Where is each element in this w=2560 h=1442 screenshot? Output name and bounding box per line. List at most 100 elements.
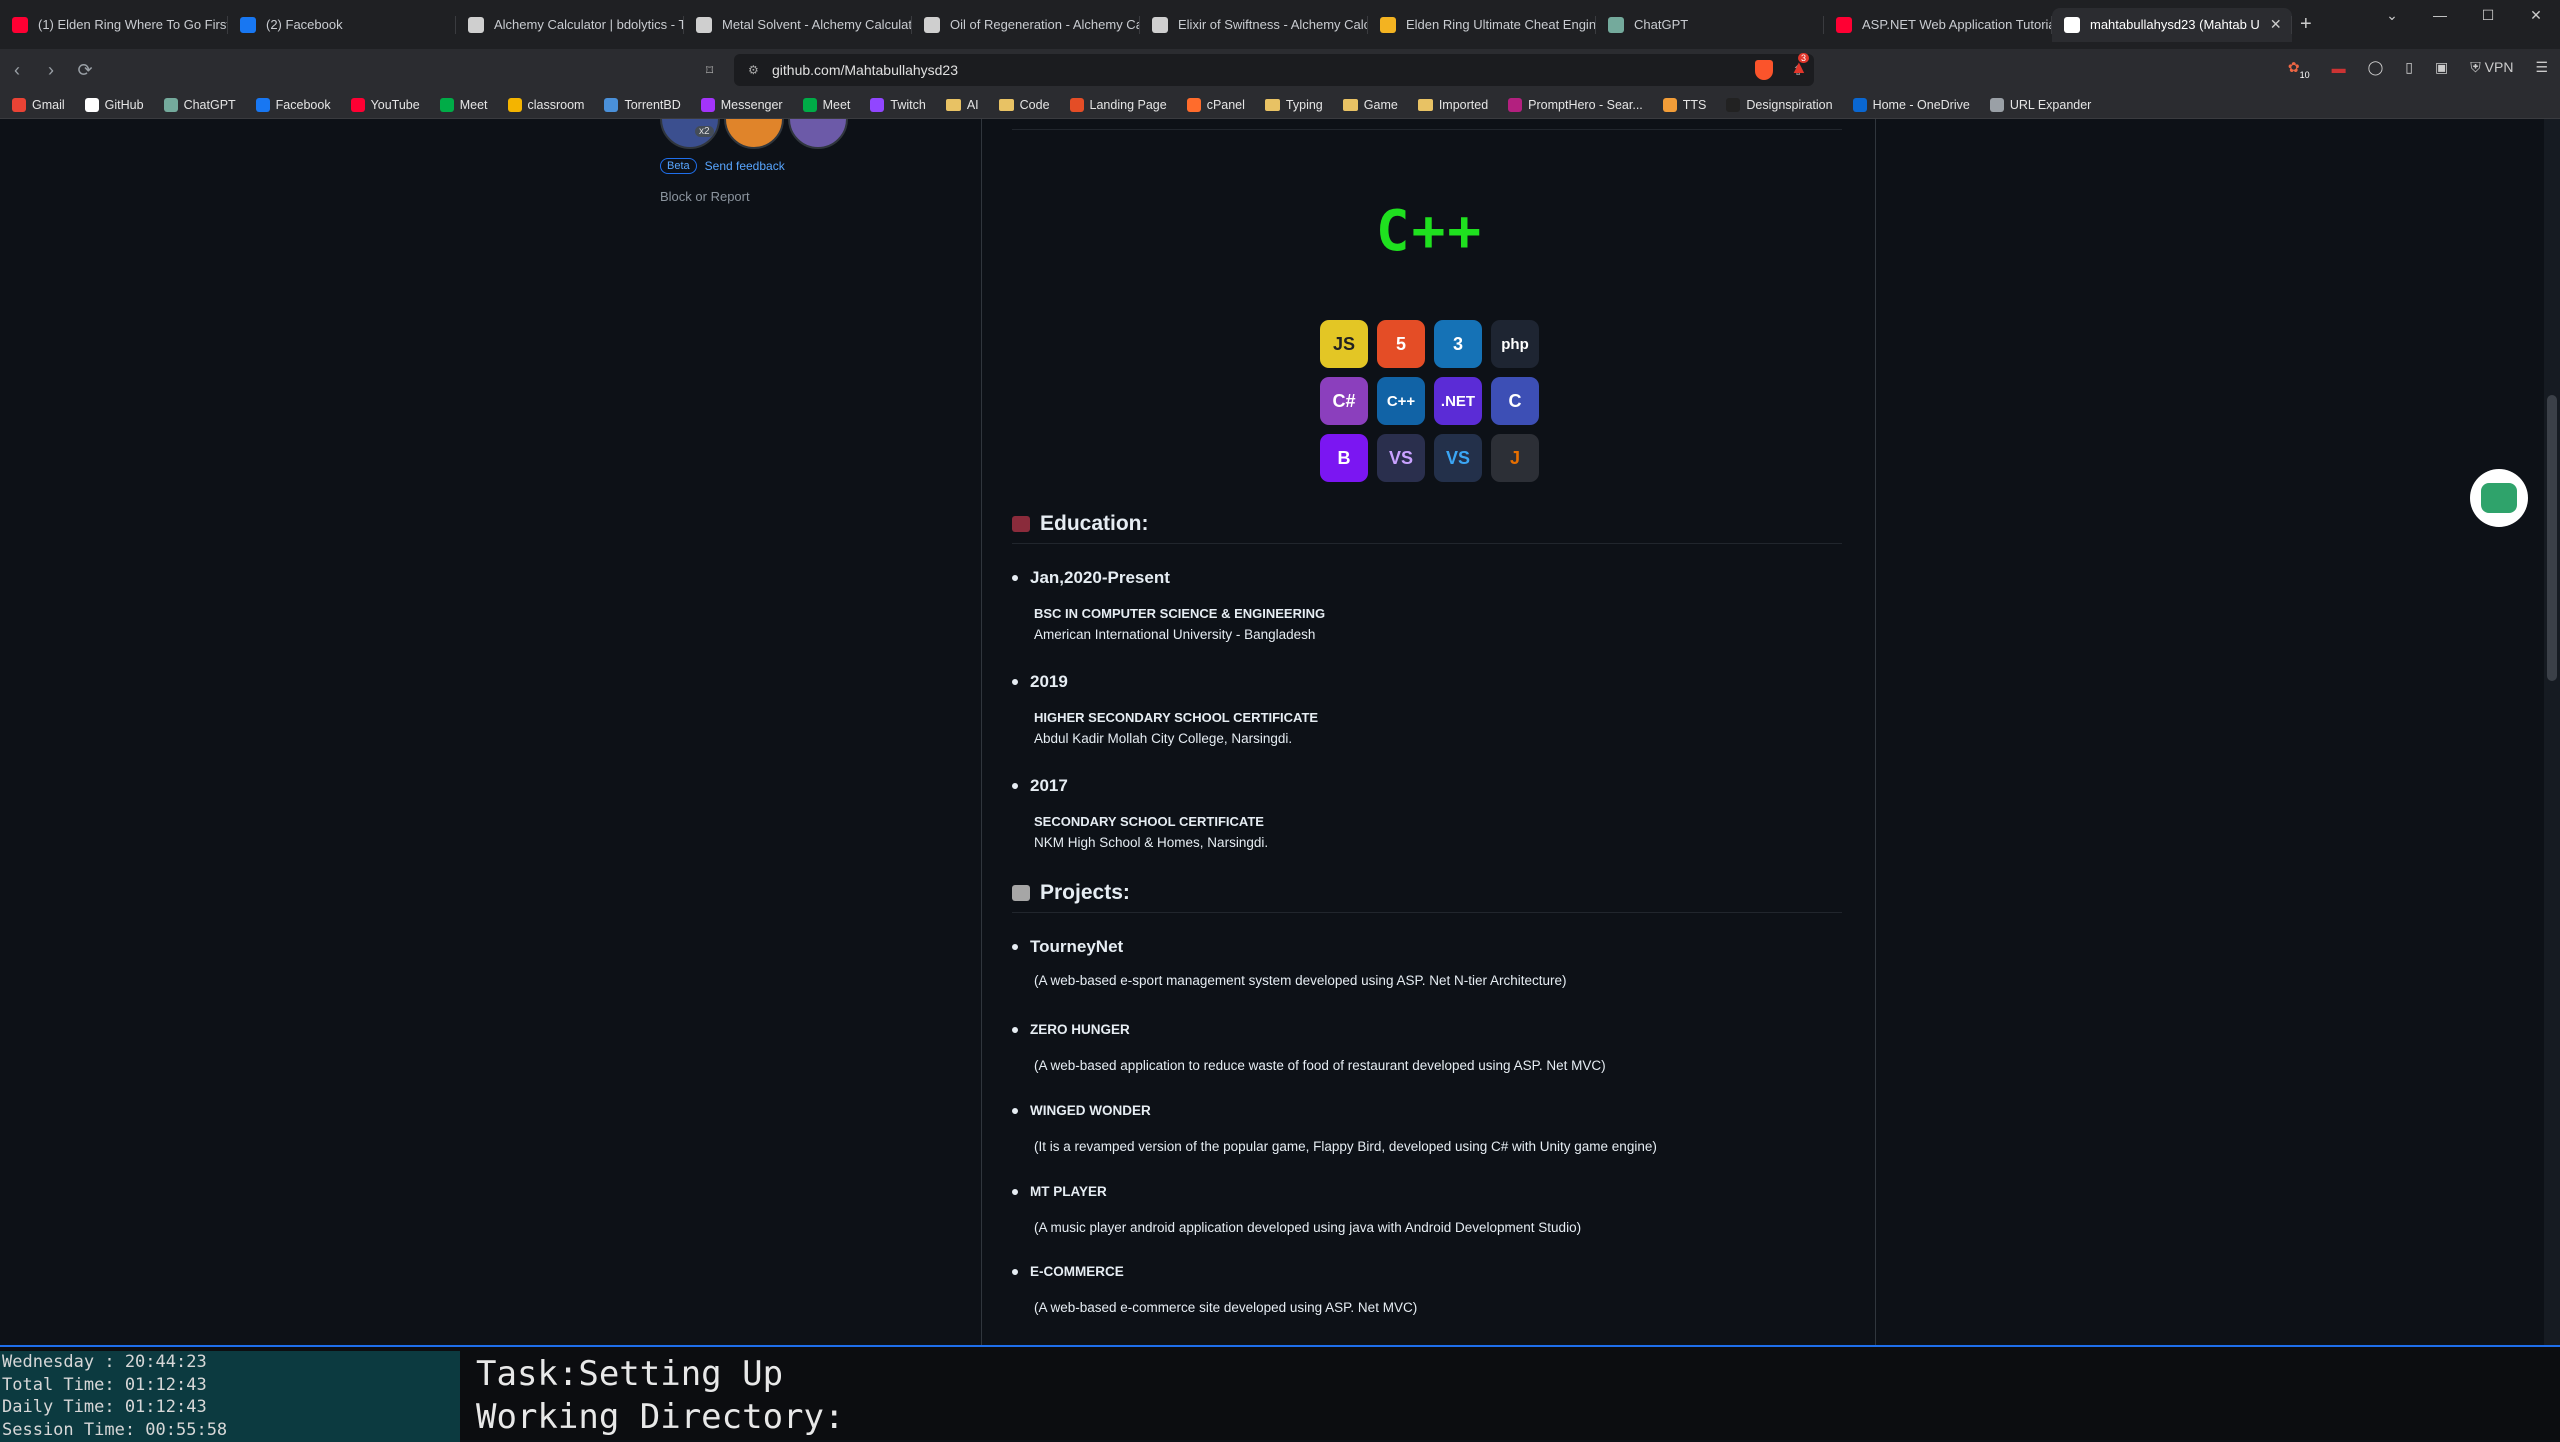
- tab-title: ChatGPT: [1634, 17, 1689, 32]
- bookmark-item[interactable]: Messenger: [700, 97, 783, 112]
- wallet-icon[interactable]: ▣: [2435, 59, 2448, 76]
- tab-title: Oil of Regeneration - Alchemy Calc: [950, 17, 1140, 32]
- browser-tab[interactable]: Metal Solvent - Alchemy Calculato: [684, 8, 912, 42]
- bookmark-item[interactable]: Game: [1342, 98, 1398, 112]
- day-time: Wednesday : 20:44:23: [2, 1352, 207, 1372]
- bookmark-item[interactable]: YouTube: [350, 97, 420, 112]
- browser-tab[interactable]: mahtabullahysd23 (Mahtab U ✕: [2052, 7, 2292, 42]
- folder-icon: [945, 98, 961, 111]
- extension-icon-2[interactable]: ▬: [2332, 60, 2346, 76]
- browser-tab[interactable]: Elixir of Swiftness - Alchemy Calcul: [1140, 8, 1368, 42]
- tab-title: (1) Elden Ring Where To Go First |: [38, 17, 228, 32]
- github-icon: [2064, 16, 2080, 33]
- bookmark-item[interactable]: PromptHero - Sear...: [1508, 97, 1643, 112]
- projects-heading: Projects:: [1012, 881, 1130, 905]
- forward-button[interactable]: ›: [34, 60, 68, 81]
- education-heading: Education:: [1012, 512, 1149, 536]
- bookmark-item[interactable]: Landing Page: [1069, 97, 1167, 112]
- vpn-button[interactable]: ⛨ VPN: [2470, 59, 2513, 76]
- scrollbar-thumb[interactable]: [2547, 395, 2557, 681]
- bookmark-item[interactable]: Designspiration: [1726, 97, 1833, 112]
- project-name: TourneyNet: [1012, 937, 1123, 957]
- close-tab-icon[interactable]: ✕: [2270, 16, 2282, 33]
- maximize-button[interactable]: ☐: [2464, 0, 2512, 30]
- status-panel: Wednesday : 20:44:23 Total Time: 01:12:4…: [0, 1345, 2560, 1442]
- achievement-badge[interactable]: [788, 119, 848, 149]
- brave-rewards-icon[interactable]: ▲ 3: [1790, 53, 1810, 78]
- bookmark-item[interactable]: Home - OneDrive: [1852, 97, 1970, 112]
- browser-tab[interactable]: Oil of Regeneration - Alchemy Calc: [912, 8, 1140, 42]
- block-report-link[interactable]: Block or Report: [660, 189, 750, 204]
- bookmark-item[interactable]: Meet: [802, 97, 850, 112]
- bookmark-favicon-icon: [439, 97, 454, 112]
- cheat-engine-icon: [1380, 16, 1396, 33]
- assistant-bot-icon[interactable]: [2470, 469, 2528, 527]
- bookmark-item[interactable]: Facebook: [255, 97, 331, 112]
- education-school: Abdul Kadir Mollah City College, Narsing…: [1034, 731, 1293, 746]
- achievement-badge[interactable]: [724, 119, 784, 149]
- browser-tab[interactable]: (2) Facebook: [228, 8, 456, 42]
- bookmark-item[interactable]: URL Expander: [1989, 97, 2091, 112]
- minimize-button[interactable]: —: [2416, 0, 2464, 30]
- achievements: [660, 119, 848, 149]
- bookmark-icon[interactable]: ⌑: [706, 62, 713, 79]
- bookmark-item[interactable]: Twitch: [870, 97, 926, 112]
- task-info: Task:Setting Up Working Directory:: [476, 1353, 844, 1439]
- sidebar-icon[interactable]: ▯: [2405, 59, 2413, 76]
- bookmark-favicon-icon: [507, 97, 522, 112]
- vscode-icon: VS: [1434, 434, 1482, 482]
- bookmark-item[interactable]: GitHub: [84, 97, 144, 112]
- bookmark-item[interactable]: AI: [945, 98, 979, 112]
- working-directory-label: Working Directory:: [476, 1397, 845, 1437]
- education-degree: HIGHER SECONDARY SCHOOL CERTIFICATE: [1034, 710, 1319, 725]
- vpn-label: VPN: [2484, 59, 2514, 75]
- page-scrollbar[interactable]: [2544, 119, 2560, 1345]
- bookmark-label: Messenger: [720, 97, 783, 112]
- bdolytics-icon: [696, 16, 712, 33]
- youtube-icon: [12, 16, 28, 33]
- url-text: github.com/Mahtabullahysd23: [772, 62, 959, 78]
- send-feedback-link[interactable]: Send feedback: [705, 159, 785, 173]
- browser-tab[interactable]: (1) Elden Ring Where To Go First |: [0, 8, 228, 42]
- bookmark-item[interactable]: TorrentBD: [604, 97, 681, 112]
- bookmark-item[interactable]: Gmail: [12, 97, 65, 112]
- extension-icon[interactable]: ✿10: [2288, 59, 2310, 80]
- bookmark-item[interactable]: Code: [998, 97, 1050, 112]
- bookmark-label: Code: [1019, 97, 1050, 112]
- new-tab-button[interactable]: +: [2300, 13, 2312, 36]
- bdolytics-icon: [1152, 16, 1168, 33]
- bookmark-item[interactable]: cPanel: [1186, 97, 1245, 112]
- project-description: (A web-based application to reduce waste…: [1034, 1058, 1606, 1073]
- project-name: WINGED WONDER: [1012, 1103, 1151, 1118]
- address-bar[interactable]: ⌑ ⚙ github.com/Mahtabullahysd23 ▭ ⇪: [706, 54, 1814, 86]
- reload-button[interactable]: ⟳: [68, 60, 102, 81]
- brave-shields-icon[interactable]: [1755, 60, 1773, 80]
- dotnet-icon: .NET: [1434, 377, 1482, 425]
- site-info-icon[interactable]: ⚙: [748, 63, 759, 77]
- bookmark-item[interactable]: ChatGPT: [163, 97, 236, 112]
- chat-icon[interactable]: ◯: [2368, 59, 2384, 76]
- task-label: Task:Setting Up: [476, 1354, 784, 1394]
- browser-tab[interactable]: ChatGPT: [1596, 8, 1824, 42]
- css3-icon: 3: [1434, 320, 1482, 368]
- java-icon: J: [1491, 434, 1539, 482]
- back-button[interactable]: ‹: [0, 60, 34, 81]
- bookmark-favicon-icon: [1508, 97, 1523, 112]
- bookmark-item[interactable]: Typing: [1264, 98, 1323, 112]
- bookmark-label: GitHub: [104, 97, 144, 112]
- csharp-icon: C#: [1320, 377, 1368, 425]
- browser-tab[interactable]: Elden Ring Ultimate Cheat Engine: [1368, 8, 1596, 42]
- tab-title: Elixir of Swiftness - Alchemy Calcul: [1178, 17, 1368, 32]
- tab-title: ASP.NET Web Application Tutorial: [1862, 17, 2052, 32]
- menu-icon[interactable]: ☰: [2535, 59, 2548, 76]
- bookmark-item[interactable]: Imported: [1417, 98, 1488, 112]
- bookmark-item[interactable]: classroom: [507, 97, 584, 112]
- close-window-button[interactable]: ✕: [2512, 0, 2560, 30]
- tab-search-icon[interactable]: ⌄: [2368, 0, 2416, 30]
- bookmark-item[interactable]: TTS: [1662, 97, 1706, 112]
- project-description: (It is a revamped version of the popular…: [1034, 1139, 1657, 1154]
- bookmark-item[interactable]: Meet: [439, 97, 488, 112]
- browser-tab[interactable]: ASP.NET Web Application Tutorial: [1824, 8, 2052, 42]
- browser-tab[interactable]: Alchemy Calculator | bdolytics - Th: [456, 8, 684, 42]
- bookmark-favicon-icon: [84, 97, 99, 112]
